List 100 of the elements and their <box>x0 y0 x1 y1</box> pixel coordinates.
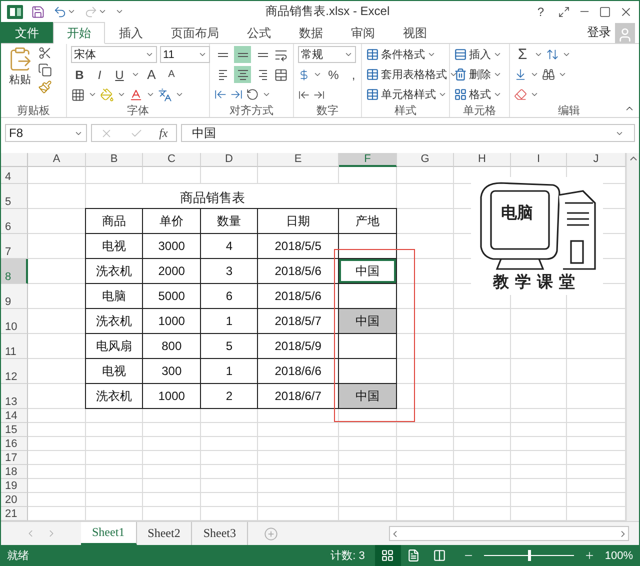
table-cell: 2018/5/6 <box>258 259 338 283</box>
column-header[interactable]: E <box>258 153 339 167</box>
row-header[interactable]: 13 <box>1 384 28 409</box>
table-cell: 洗衣机 <box>86 309 142 333</box>
group-label: 字体 <box>126 104 150 117</box>
table-cell: 5000 <box>143 284 200 308</box>
comma-button[interactable]: , <box>345 66 362 83</box>
cells-menu-button[interactable]: 插入 <box>454 46 502 63</box>
table-cell: 6 <box>201 284 258 308</box>
row-header[interactable]: 7 <box>1 234 28 259</box>
font-size-field[interactable]: 11 <box>160 46 210 63</box>
count-text: 计数: 3 <box>330 549 365 563</box>
table-cell: 洗衣机 <box>86 259 142 283</box>
column-header[interactable]: G <box>397 153 454 167</box>
table-header-cell: 日期 <box>258 209 338 233</box>
autosum-button[interactable]: Σ <box>514 46 531 63</box>
styles-menu-button[interactable]: 单元格样式 <box>366 86 458 103</box>
group-label: 样式 <box>394 104 418 117</box>
paste-button[interactable]: 粘贴 <box>5 46 35 103</box>
group-label: 对齐方式 <box>228 104 274 117</box>
table-cell: 5 <box>201 334 258 358</box>
grow-font-button[interactable]: A <box>143 66 160 83</box>
status-text: 就绪 <box>7 549 29 563</box>
column-header[interactable]: B <box>86 153 143 167</box>
table-cell: 3000 <box>143 234 200 258</box>
insert-function-button[interactable]: fx <box>159 126 168 140</box>
screen-label: 电脑 <box>501 203 533 224</box>
group-label: 数字 <box>316 104 340 117</box>
cells-menu-button[interactable]: 删除 <box>454 66 502 83</box>
table-header-cell: 数量 <box>201 209 258 233</box>
table-cell: 2018/5/5 <box>258 234 338 258</box>
table-header-cell: 单价 <box>143 209 200 233</box>
table-cell: 4 <box>201 234 258 258</box>
sign-in-link[interactable]: 登录 <box>583 24 615 41</box>
font-name-field[interactable]: 宋体 <box>71 46 157 63</box>
table-header-cell: 产地 <box>338 209 396 233</box>
row-header[interactable]: 15 <box>1 423 28 437</box>
help-button[interactable]: ? <box>531 4 550 18</box>
sheet-tab[interactable]: Sheet2 <box>136 522 192 545</box>
row-header[interactable]: 18 <box>1 465 28 479</box>
column-header[interactable]: I <box>511 153 567 167</box>
group-label: 单元格 <box>462 104 497 117</box>
table-cell: 电风扇 <box>86 334 142 358</box>
number-format-field[interactable]: 常规 <box>298 46 356 63</box>
zoom-level-text: 100% <box>604 550 633 562</box>
active-cell: 中国 <box>338 259 396 283</box>
caption-text: 教学课堂 <box>492 272 582 293</box>
underline-button[interactable]: U <box>111 66 128 83</box>
group-label: 编辑 <box>557 104 581 117</box>
table-cell: 2018/5/6 <box>258 284 338 308</box>
italic-button[interactable]: I <box>91 66 108 83</box>
row-header[interactable]: 4 <box>1 167 28 184</box>
row-header[interactable]: 12 <box>1 359 28 384</box>
styles-menu-button[interactable]: 套用表格格式 <box>366 66 458 83</box>
row-header[interactable]: 17 <box>1 451 28 465</box>
column-header[interactable]: A <box>28 153 86 167</box>
table-cell: 1000 <box>143 309 200 333</box>
row-header[interactable]: 19 <box>1 479 28 493</box>
table-cell: 电视 <box>86 359 142 383</box>
column-header[interactable]: D <box>201 153 258 167</box>
formula-input[interactable]: 中国 <box>181 124 635 142</box>
name-box[interactable]: F8 <box>5 124 87 142</box>
table-cell: 2018/5/9 <box>258 334 338 358</box>
table-cell: 1 <box>201 359 258 383</box>
cells-menu-button[interactable]: 格式 <box>454 86 502 103</box>
column-header[interactable]: J <box>567 153 626 167</box>
row-header[interactable]: 11 <box>1 334 28 359</box>
bold-button[interactable]: B <box>71 66 88 83</box>
table-cell: 300 <box>143 359 200 383</box>
row-header[interactable]: 20 <box>1 493 28 507</box>
row-header[interactable]: 8 <box>1 259 28 284</box>
sheet-tab[interactable]: Sheet1 <box>81 522 137 545</box>
table-cell: 中国 <box>338 309 396 333</box>
table-cell: 1 <box>201 309 258 333</box>
table-cell: 3 <box>201 259 258 283</box>
ribbon-tab[interactable]: 文件 <box>1 22 53 43</box>
ribbon-tab[interactable]: 开始 <box>53 22 105 44</box>
column-header[interactable]: H <box>454 153 511 167</box>
shrink-font-button[interactable]: A <box>163 66 180 83</box>
table-header-cell: 商品 <box>86 209 142 233</box>
table-cell: 电脑 <box>86 284 142 308</box>
table-cell: 中国 <box>338 384 396 408</box>
row-header[interactable]: 9 <box>1 284 28 309</box>
column-header[interactable]: F <box>339 153 397 167</box>
row-header[interactable]: 10 <box>1 309 28 334</box>
window-title: 商品销售表.xlsx - Excel <box>264 3 391 20</box>
column-header[interactable]: C <box>143 153 201 167</box>
table-cell: 2018/6/6 <box>258 359 338 383</box>
table-cell: 1000 <box>143 384 200 408</box>
percent-button[interactable]: % <box>325 66 342 83</box>
row-header[interactable]: 6 <box>1 209 28 234</box>
table-cell: 2018/5/7 <box>258 309 338 333</box>
table-cell: 电视 <box>86 234 142 258</box>
row-header[interactable]: 21 <box>1 507 28 521</box>
table-cell: 洗衣机 <box>86 384 142 408</box>
table-cell: 2018/6/7 <box>258 384 338 408</box>
row-header[interactable]: 5 <box>1 184 28 209</box>
table-cell: 800 <box>143 334 200 358</box>
row-header[interactable]: 14 <box>1 409 28 423</box>
row-header[interactable]: 16 <box>1 437 28 451</box>
